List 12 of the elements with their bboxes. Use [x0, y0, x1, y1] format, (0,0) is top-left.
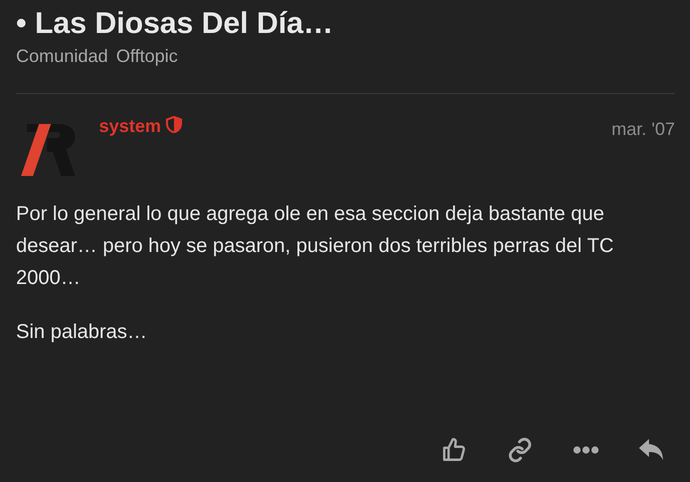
post-date[interactable]: mar. '07 [612, 119, 675, 140]
thumbs-up-icon [441, 437, 467, 463]
author-name[interactable]: system [99, 116, 162, 137]
post-paragraph: Por lo general lo que agrega ole en esa seccion deja bastante que desear… pero hoy se pasaron, pusieron dos terribles perras del TC 2000… [16, 202, 615, 291]
reply-icon [638, 438, 666, 462]
more-icon [573, 446, 599, 454]
topic-title: • Las Diosas Del Día… [16, 6, 334, 42]
post-paragraph: Sin palabras… [16, 320, 148, 345]
shield-icon [166, 116, 182, 133]
link-icon [507, 437, 533, 463]
category-tag[interactable]: Comunidad [16, 46, 108, 67]
category-tag[interactable]: Offtopic [116, 46, 178, 67]
